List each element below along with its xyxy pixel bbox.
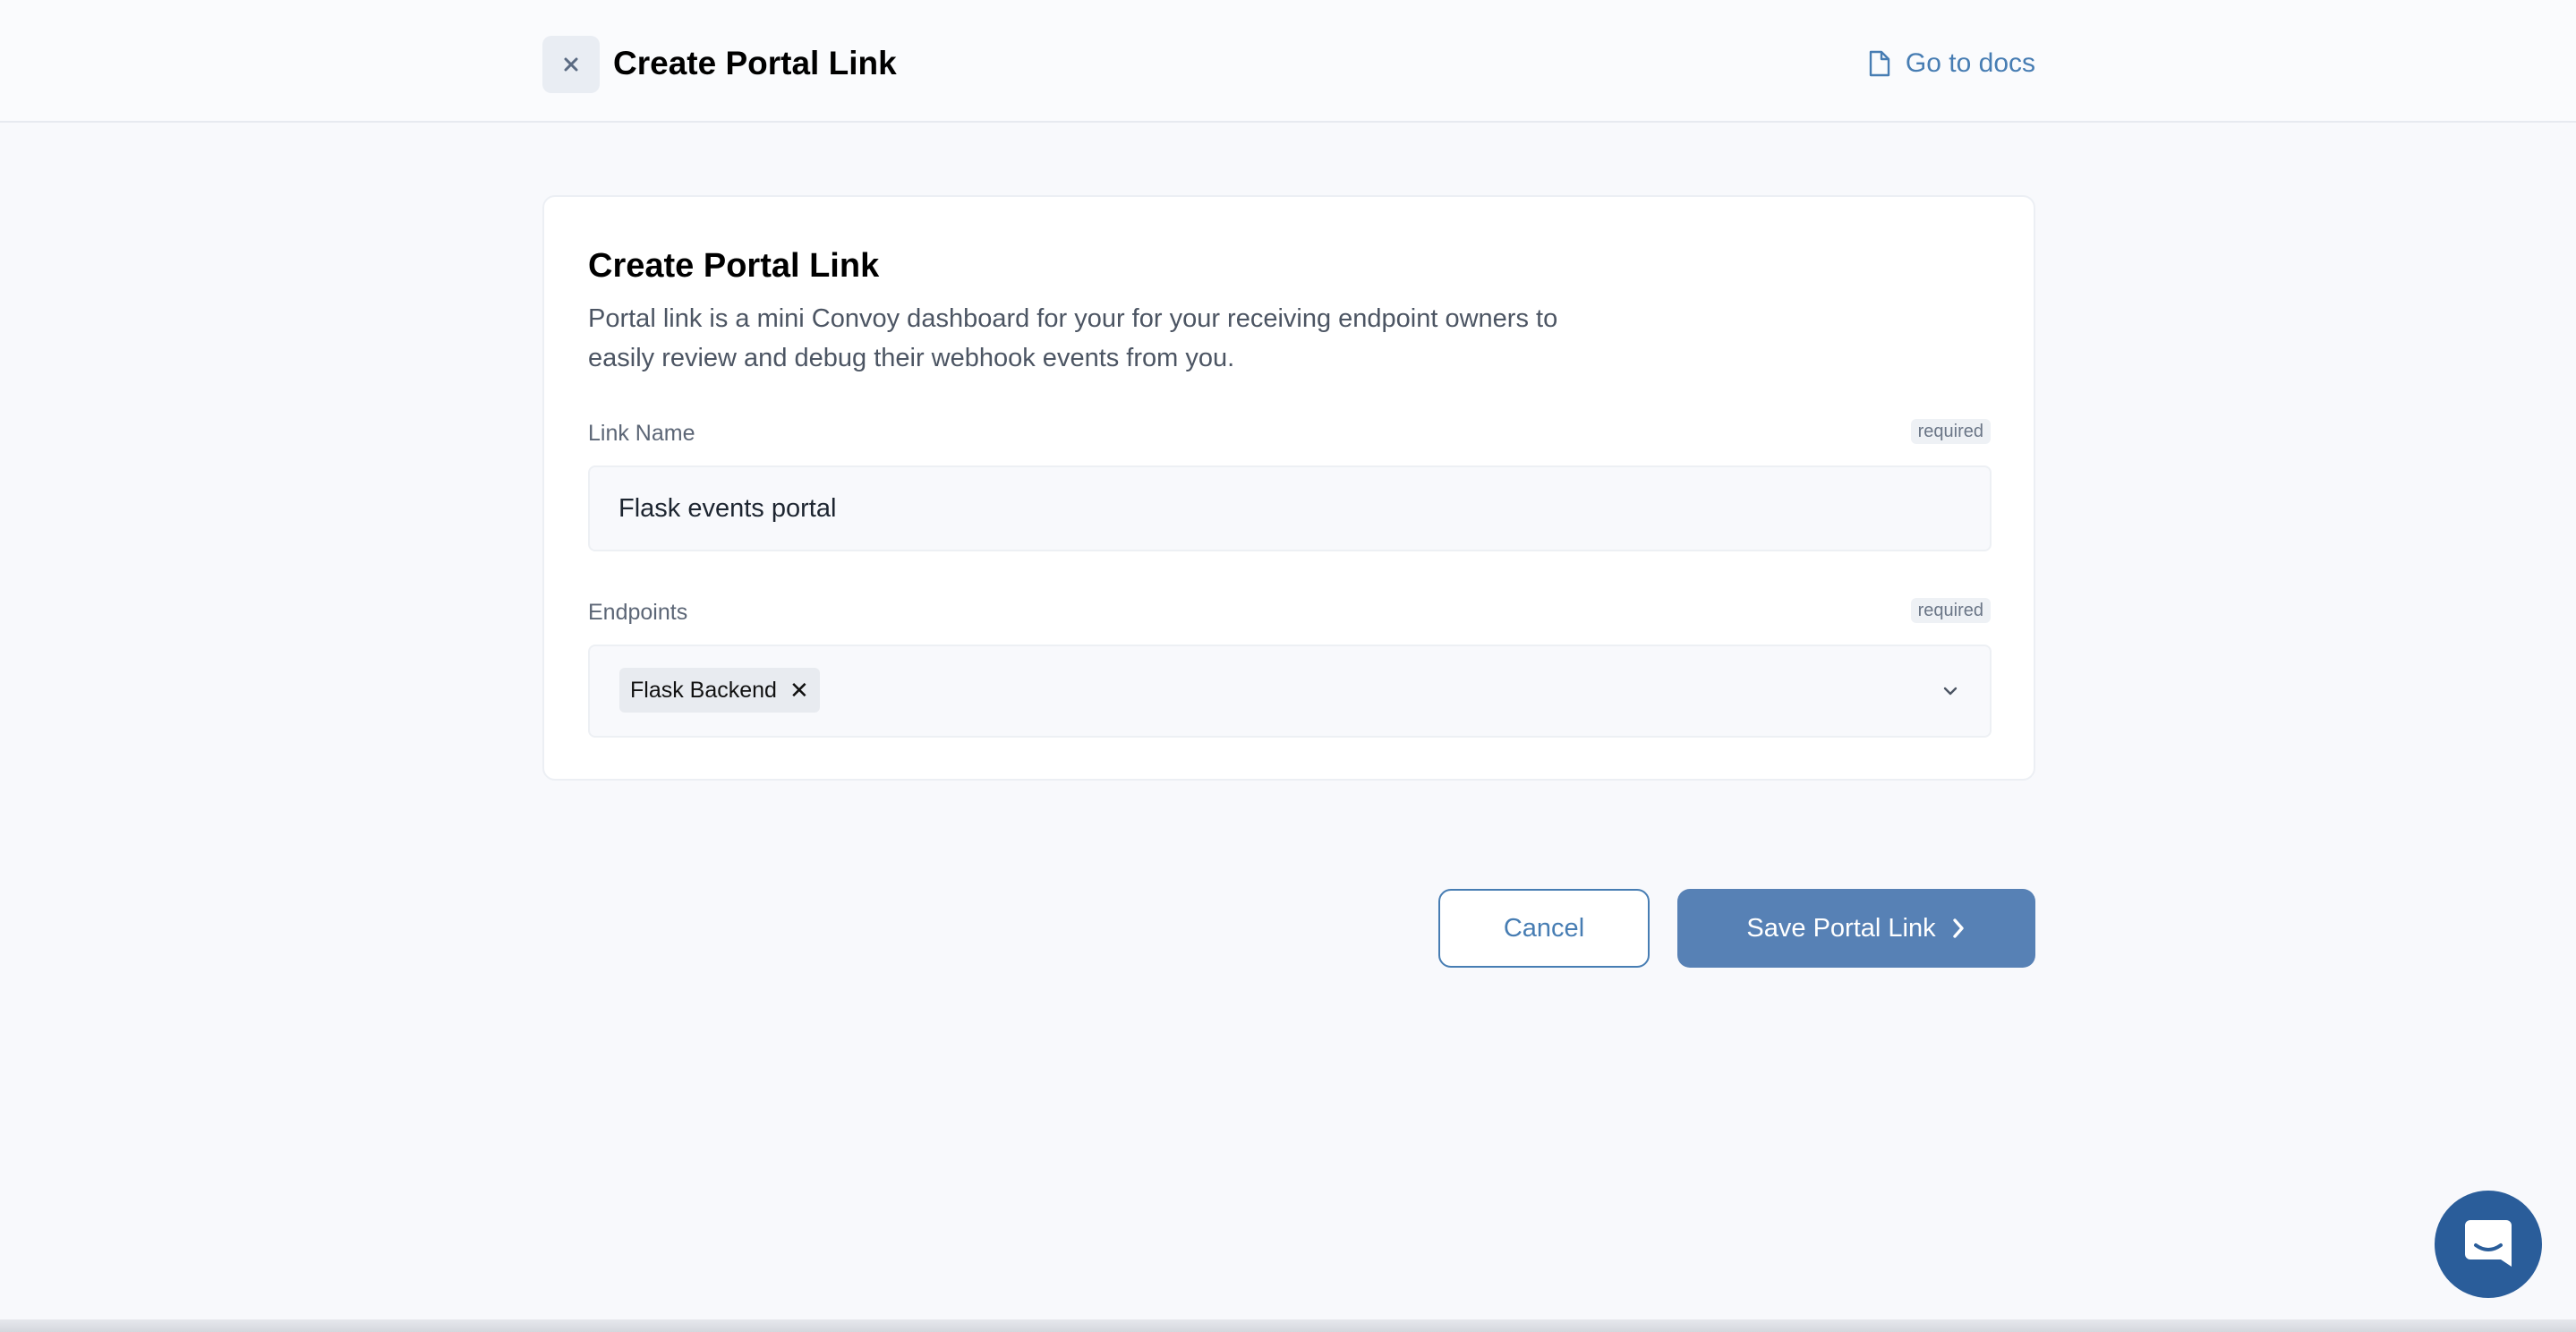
cancel-button[interactable]: Cancel [1438, 889, 1650, 968]
save-portal-link-label: Save Portal Link [1746, 913, 1936, 943]
document-icon [1869, 50, 1890, 77]
top-bar: Create Portal Link Go to docs [0, 0, 2576, 123]
endpoints-label: Endpoints [588, 600, 688, 625]
chip-remove-icon[interactable]: ✕ [789, 679, 809, 702]
page-title: Create Portal Link [613, 45, 897, 81]
go-to-docs-label: Go to docs [1905, 48, 2035, 78]
link-name-input[interactable] [588, 465, 1992, 551]
portal-link-form-card: Create Portal Link Portal link is a mini… [542, 195, 2035, 781]
go-to-docs-link[interactable]: Go to docs [1868, 45, 2035, 82]
link-name-label: Link Name [588, 421, 695, 446]
link-name-required-badge: required [1910, 419, 1991, 444]
chat-icon [2465, 1220, 2512, 1267]
chevron-right-icon [1952, 918, 1964, 938]
endpoint-chip: Flask Backend ✕ [619, 668, 820, 713]
endpoints-required-badge: required [1910, 598, 1991, 623]
form-description: Portal link is a mini Convoy dashboard f… [588, 304, 1558, 372]
save-portal-link-button[interactable]: Save Portal Link [1677, 889, 2035, 968]
endpoints-select[interactable]: Flask Backend ✕ [588, 645, 1992, 738]
window-bottom-edge [0, 1319, 2576, 1332]
endpoint-chip-label: Flask Backend [630, 677, 777, 703]
form-title: Create Portal Link [588, 247, 880, 285]
chevron-down-icon [1943, 687, 1958, 696]
chat-launcher-button[interactable] [2435, 1191, 2542, 1298]
close-icon [564, 57, 578, 72]
close-button[interactable] [542, 36, 600, 93]
